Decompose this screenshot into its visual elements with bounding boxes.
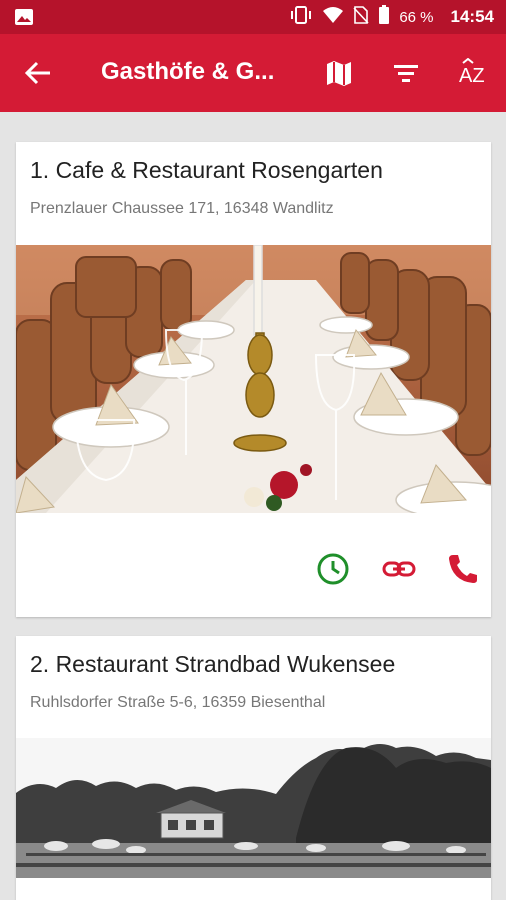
- battery-icon: [378, 5, 390, 29]
- restaurant-photo[interactable]: [16, 244, 491, 519]
- wifi-icon: [322, 6, 344, 28]
- restaurant-photo[interactable]: [16, 738, 491, 878]
- status-bar: 66 % 14:54: [0, 0, 506, 34]
- no-sim-icon: [353, 6, 369, 28]
- restaurant-name: 1. Cafe & Restaurant Rosengarten: [30, 157, 383, 183]
- map-icon[interactable]: [324, 58, 354, 88]
- restaurant-card[interactable]: 1. Cafe & Restaurant Rosengarten Prenzla…: [16, 142, 491, 617]
- website-link-icon[interactable]: [382, 552, 416, 586]
- vibrate-icon: [289, 6, 313, 28]
- back-arrow-icon[interactable]: [23, 59, 53, 87]
- restaurant-address: Ruhlsdorfer Straße 5-6, 16359 Biesenthal: [30, 694, 326, 711]
- image-notification-icon: [14, 8, 34, 31]
- restaurant-address: Prenzlauer Chaussee 171, 16348 Wandlitz: [30, 200, 334, 217]
- sort-az-icon[interactable]: AZ: [458, 57, 492, 88]
- filter-icon[interactable]: [391, 58, 421, 88]
- clock: 14:54: [450, 7, 494, 26]
- phone-icon[interactable]: [446, 552, 480, 586]
- sort-az-label: AZ: [459, 65, 485, 87]
- opening-hours-icon[interactable]: [316, 552, 350, 586]
- battery-percent: 66 %: [399, 8, 434, 26]
- restaurant-name: 2. Restaurant Strandbad Wukensee: [30, 651, 396, 677]
- app-bar: Gasthöfe & G... AZ: [0, 34, 506, 112]
- page-title: Gasthöfe & G...: [101, 58, 275, 85]
- card-actions: [271, 552, 491, 588]
- restaurant-card[interactable]: 2. Restaurant Strandbad Wukensee Ruhlsdo…: [16, 636, 491, 900]
